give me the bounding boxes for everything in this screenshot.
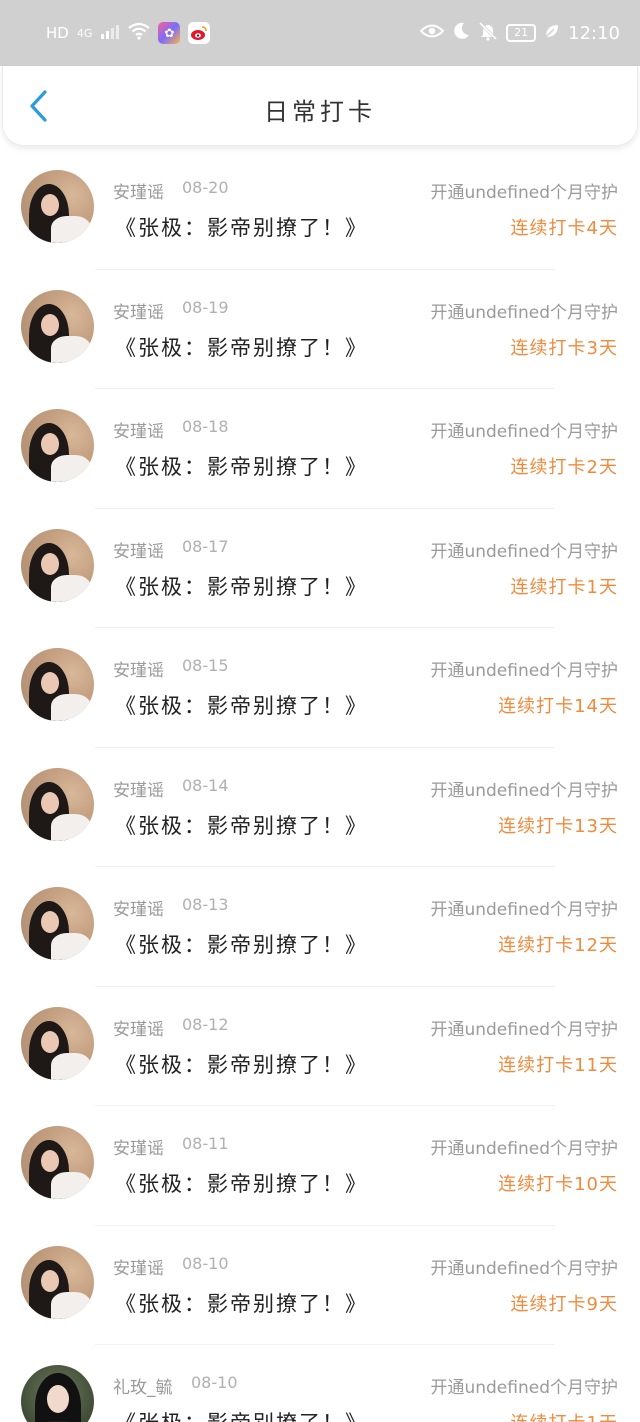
book-title[interactable]: 《张极：影帝别撩了！》 [115,690,368,720]
checkin-date: 08-15 [182,656,229,675]
list-item[interactable]: 安瑾谣 08-13 开通undefined个月守护 《张极：影帝别撩了！》 连续… [0,867,640,987]
guard-status: 开通undefined个月守护 [430,1378,618,1398]
weibo-icon [188,22,211,44]
signal-icon [100,23,120,44]
book-title[interactable]: 《张极：影帝别撩了！》 [115,929,368,959]
username[interactable]: 安瑾谣 [113,656,164,681]
checkin-date: 08-10 [182,1253,229,1273]
app-icon-photos: ✿ [158,22,181,44]
list-item[interactable]: 安瑾谣 08-11 开通undefined个月守护 《张极：影帝别撩了！》 连续… [0,1106,640,1226]
status-bar-left: HD 4G ✿ [46,22,211,45]
username[interactable]: 安瑾谣 [113,895,164,920]
avatar[interactable] [21,170,94,243]
username[interactable]: 礼玫_毓 [113,1373,173,1398]
streak-count: 连续打卡11天 [498,1054,618,1076]
avatar[interactable] [21,887,94,960]
checkin-date: 08-10 [191,1373,238,1392]
streak-count: 连续打卡9天 [510,1293,618,1315]
guard-status: 开通undefined个月守护 [430,1019,618,1040]
avatar[interactable] [21,1126,94,1199]
avatar[interactable] [21,1006,94,1080]
guard-status: 开通undefined个月守护 [430,422,618,442]
username[interactable]: 安瑾谣 [113,1134,164,1159]
streak-count: 连续打卡1天 [510,576,618,598]
avatar[interactable] [21,648,94,721]
checkin-date: 08-12 [182,1014,229,1034]
list-item[interactable]: 安瑾谣 08-15 开通undefined个月守护 《张极：影帝别撩了！》 连续… [0,628,640,748]
streak-count: 连续打卡1天 [511,1409,618,1422]
avatar[interactable] [21,767,94,841]
eye-icon [419,23,445,44]
avatar[interactable] [21,528,94,602]
avatar[interactable] [21,409,94,482]
username[interactable]: 安瑾谣 [113,1015,164,1040]
username[interactable]: 安瑾谣 [113,178,164,203]
battery-icon: 21 [506,24,537,42]
checkin-date: 08-18 [182,417,229,436]
guard-status: 开通undefined个月守护 [430,302,618,323]
username[interactable]: 安瑾谣 [113,298,164,323]
leaf-icon [544,23,560,44]
checkin-date: 08-20 [182,178,229,197]
streak-count: 连续打卡10天 [498,1174,618,1195]
page-title: 日常打卡 [264,98,376,126]
checkin-date: 08-17 [182,536,229,556]
streak-count: 连续打卡14天 [498,696,618,717]
username[interactable]: 安瑾谣 [113,417,164,442]
status-bar-right: 21 12:10 [419,21,620,46]
book-title[interactable]: 《张极：影帝别撩了！》 [115,1407,368,1422]
list-item[interactable]: 安瑾谣 08-19 开通undefined个月守护 《张极：影帝别撩了！》 连续… [0,270,640,389]
list-item[interactable]: 安瑾谣 08-17 开通undefined个月守护 《张极：影帝别撩了！》 连续… [0,509,640,628]
guard-status: 开通undefined个月守护 [430,661,618,681]
list-item[interactable]: 安瑾谣 08-18 开通undefined个月守护 《张极：影帝别撩了！》 连续… [0,389,640,509]
guard-status: 开通undefined个月守护 [430,1139,618,1159]
book-title[interactable]: 《张极：影帝别撩了！》 [115,332,368,362]
streak-count: 连续打卡13天 [498,815,618,837]
list-item[interactable]: 安瑾谣 08-12 开通undefined个月守护 《张极：影帝别撩了！》 连续… [0,987,640,1106]
status-bar: HD 4G ✿ 21 12:10 [0,0,640,66]
guard-status: 开通undefined个月守护 [430,541,618,562]
list-item[interactable]: 安瑾谣 08-10 开通undefined个月守护 《张极：影帝别撩了！》 连续… [0,1226,640,1345]
list-item[interactable]: 安瑾谣 08-20 开通undefined个月守护 《张极：影帝别撩了！》 连续… [0,150,640,270]
hd-icon: HD [46,24,69,42]
username[interactable]: 安瑾谣 [113,537,164,562]
guard-status: 开通undefined个月守护 [430,780,618,801]
book-title[interactable]: 《张极：影帝别撩了！》 [115,1049,368,1079]
streak-count: 连续打卡12天 [498,935,618,956]
book-title[interactable]: 《张极：影帝别撩了！》 [115,1288,368,1318]
checkin-date: 08-14 [182,775,229,795]
avatar[interactable] [21,289,94,363]
nav-header: 日常打卡 [2,66,638,146]
wifi-icon [128,22,151,45]
streak-count: 连续打卡4天 [510,218,618,239]
list-item[interactable]: 礼玫_毓 08-10 开通undefined个月守护 《张极：影帝别撩了！》 连… [0,1345,640,1422]
book-title[interactable]: 《张极：影帝别撩了！》 [115,571,368,601]
username[interactable]: 安瑾谣 [113,1254,164,1279]
checkin-list: 安瑾谣 08-20 开通undefined个月守护 《张极：影帝别撩了！》 连续… [0,150,640,1422]
guard-status: 开通undefined个月守护 [430,1258,618,1279]
streak-count: 连续打卡3天 [510,337,618,359]
bell-off-icon [478,21,498,46]
checkin-date: 08-11 [182,1134,229,1153]
network-label: 4G [76,26,93,40]
book-title[interactable]: 《张极：影帝别撩了！》 [115,212,368,242]
moon-icon [452,22,470,45]
book-title[interactable]: 《张极：影帝别撩了！》 [115,451,368,481]
username[interactable]: 安瑾谣 [113,776,164,801]
avatar[interactable] [21,1365,94,1422]
book-title[interactable]: 《张极：影帝别撩了！》 [115,1168,368,1198]
guard-status: 开通undefined个月守护 [430,183,618,203]
guard-status: 开通undefined个月守护 [430,900,618,920]
avatar[interactable] [21,1245,94,1319]
clock: 12:10 [568,22,620,44]
streak-count: 连续打卡2天 [510,457,618,478]
checkin-date: 08-13 [182,895,229,914]
book-title[interactable]: 《张极：影帝别撩了！》 [115,810,368,840]
checkin-date: 08-19 [182,297,229,317]
list-item[interactable]: 安瑾谣 08-14 开通undefined个月守护 《张极：影帝别撩了！》 连续… [0,748,640,867]
